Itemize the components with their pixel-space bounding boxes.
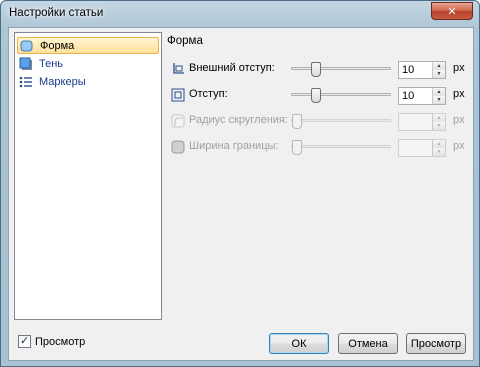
margin-icon	[171, 62, 185, 76]
slider-thumb[interactable]	[311, 62, 321, 77]
nav-item-bullets[interactable]: Маркеры	[17, 73, 159, 90]
spin-buttons: ▲ ▼	[432, 114, 445, 130]
nav-item-shadow[interactable]: Тень	[17, 55, 159, 72]
border-width-spin-field[interactable]: ▲ ▼	[398, 139, 446, 157]
dialog-client-area: Форма Тень Маркеры Форма Внешний отступ:…	[8, 27, 474, 361]
spin-down-icon[interactable]: ▼	[433, 96, 445, 104]
spin-up-icon[interactable]: ▲	[433, 62, 445, 70]
setting-row-padding: Отступ: 10 ▲ ▼ px	[171, 85, 471, 105]
close-icon: ✕	[447, 5, 457, 18]
spin-up-icon[interactable]: ▲	[433, 140, 445, 148]
shadow-icon	[19, 57, 33, 71]
slider-thumb[interactable]	[311, 88, 321, 103]
border-width-icon	[171, 140, 185, 154]
unit-label: px	[453, 62, 465, 74]
nav-item-label: Форма	[40, 39, 75, 52]
unit-label: px	[453, 140, 465, 152]
spin-up-icon[interactable]: ▲	[433, 88, 445, 96]
nav-item-shape[interactable]: Форма	[17, 37, 159, 54]
spin-down-icon[interactable]: ▼	[433, 70, 445, 78]
check-icon: ✓	[20, 335, 30, 347]
nav-item-label: Маркеры	[39, 75, 86, 88]
title-bar[interactable]: Настройки статьи ✕	[1, 1, 479, 25]
dialog-window: Настройки статьи ✕ Форма Тень Маркеры Фо…	[0, 0, 480, 367]
cancel-button[interactable]: Отмена	[338, 333, 398, 354]
spin-up-icon[interactable]: ▲	[433, 114, 445, 122]
spin-down-icon[interactable]: ▼	[433, 148, 445, 156]
corner-radius-spin-field[interactable]: ▲ ▼	[398, 113, 446, 131]
spin-buttons: ▲ ▼	[432, 62, 445, 78]
unit-label: px	[453, 114, 465, 126]
bullets-icon	[19, 75, 33, 89]
padding-spin-field[interactable]: 10 ▲ ▼	[398, 87, 446, 105]
ok-button[interactable]: ОК	[269, 333, 329, 354]
border-width-slider[interactable]	[291, 140, 391, 155]
nav-item-label: Тень	[39, 57, 64, 70]
spin-value[interactable]: 10	[402, 64, 414, 76]
corner-radius-icon	[171, 114, 185, 128]
spin-buttons: ▲ ▼	[432, 88, 445, 104]
preview-checkbox[interactable]: ✓ Просмотр	[18, 335, 85, 348]
setting-label: Ширина границы:	[189, 140, 279, 152]
setting-label: Отступ:	[189, 88, 228, 100]
spin-value[interactable]: 10	[402, 90, 414, 102]
unit-label: px	[453, 88, 465, 100]
setting-label: Внешний отступ:	[189, 62, 275, 74]
slider-thumb[interactable]	[292, 114, 302, 129]
category-list: Форма Тень Маркеры	[14, 32, 162, 320]
window-title: Настройки статьи	[9, 7, 104, 19]
setting-row-corner-radius: Радиус скругления: ▲ ▼ px	[171, 111, 471, 131]
spin-buttons: ▲ ▼	[432, 140, 445, 156]
spin-down-icon[interactable]: ▼	[433, 122, 445, 130]
padding-icon	[171, 88, 185, 102]
section-title: Форма	[167, 35, 203, 47]
slider-thumb[interactable]	[292, 140, 302, 155]
shape-icon	[20, 39, 34, 53]
preview-button[interactable]: Просмотр	[406, 333, 466, 354]
setting-label: Радиус скругления:	[189, 114, 288, 126]
padding-slider[interactable]	[291, 88, 391, 103]
corner-radius-slider[interactable]	[291, 114, 391, 129]
close-button[interactable]: ✕	[431, 2, 473, 20]
preview-checkbox-label: Просмотр	[35, 335, 86, 348]
checkbox-box[interactable]: ✓	[18, 335, 31, 348]
setting-row-border-width: Ширина границы: ▲ ▼ px	[171, 137, 471, 157]
margin-slider[interactable]	[291, 62, 391, 77]
setting-row-margin: Внешний отступ: 10 ▲ ▼ px	[171, 59, 471, 79]
margin-spin-field[interactable]: 10 ▲ ▼	[398, 61, 446, 79]
